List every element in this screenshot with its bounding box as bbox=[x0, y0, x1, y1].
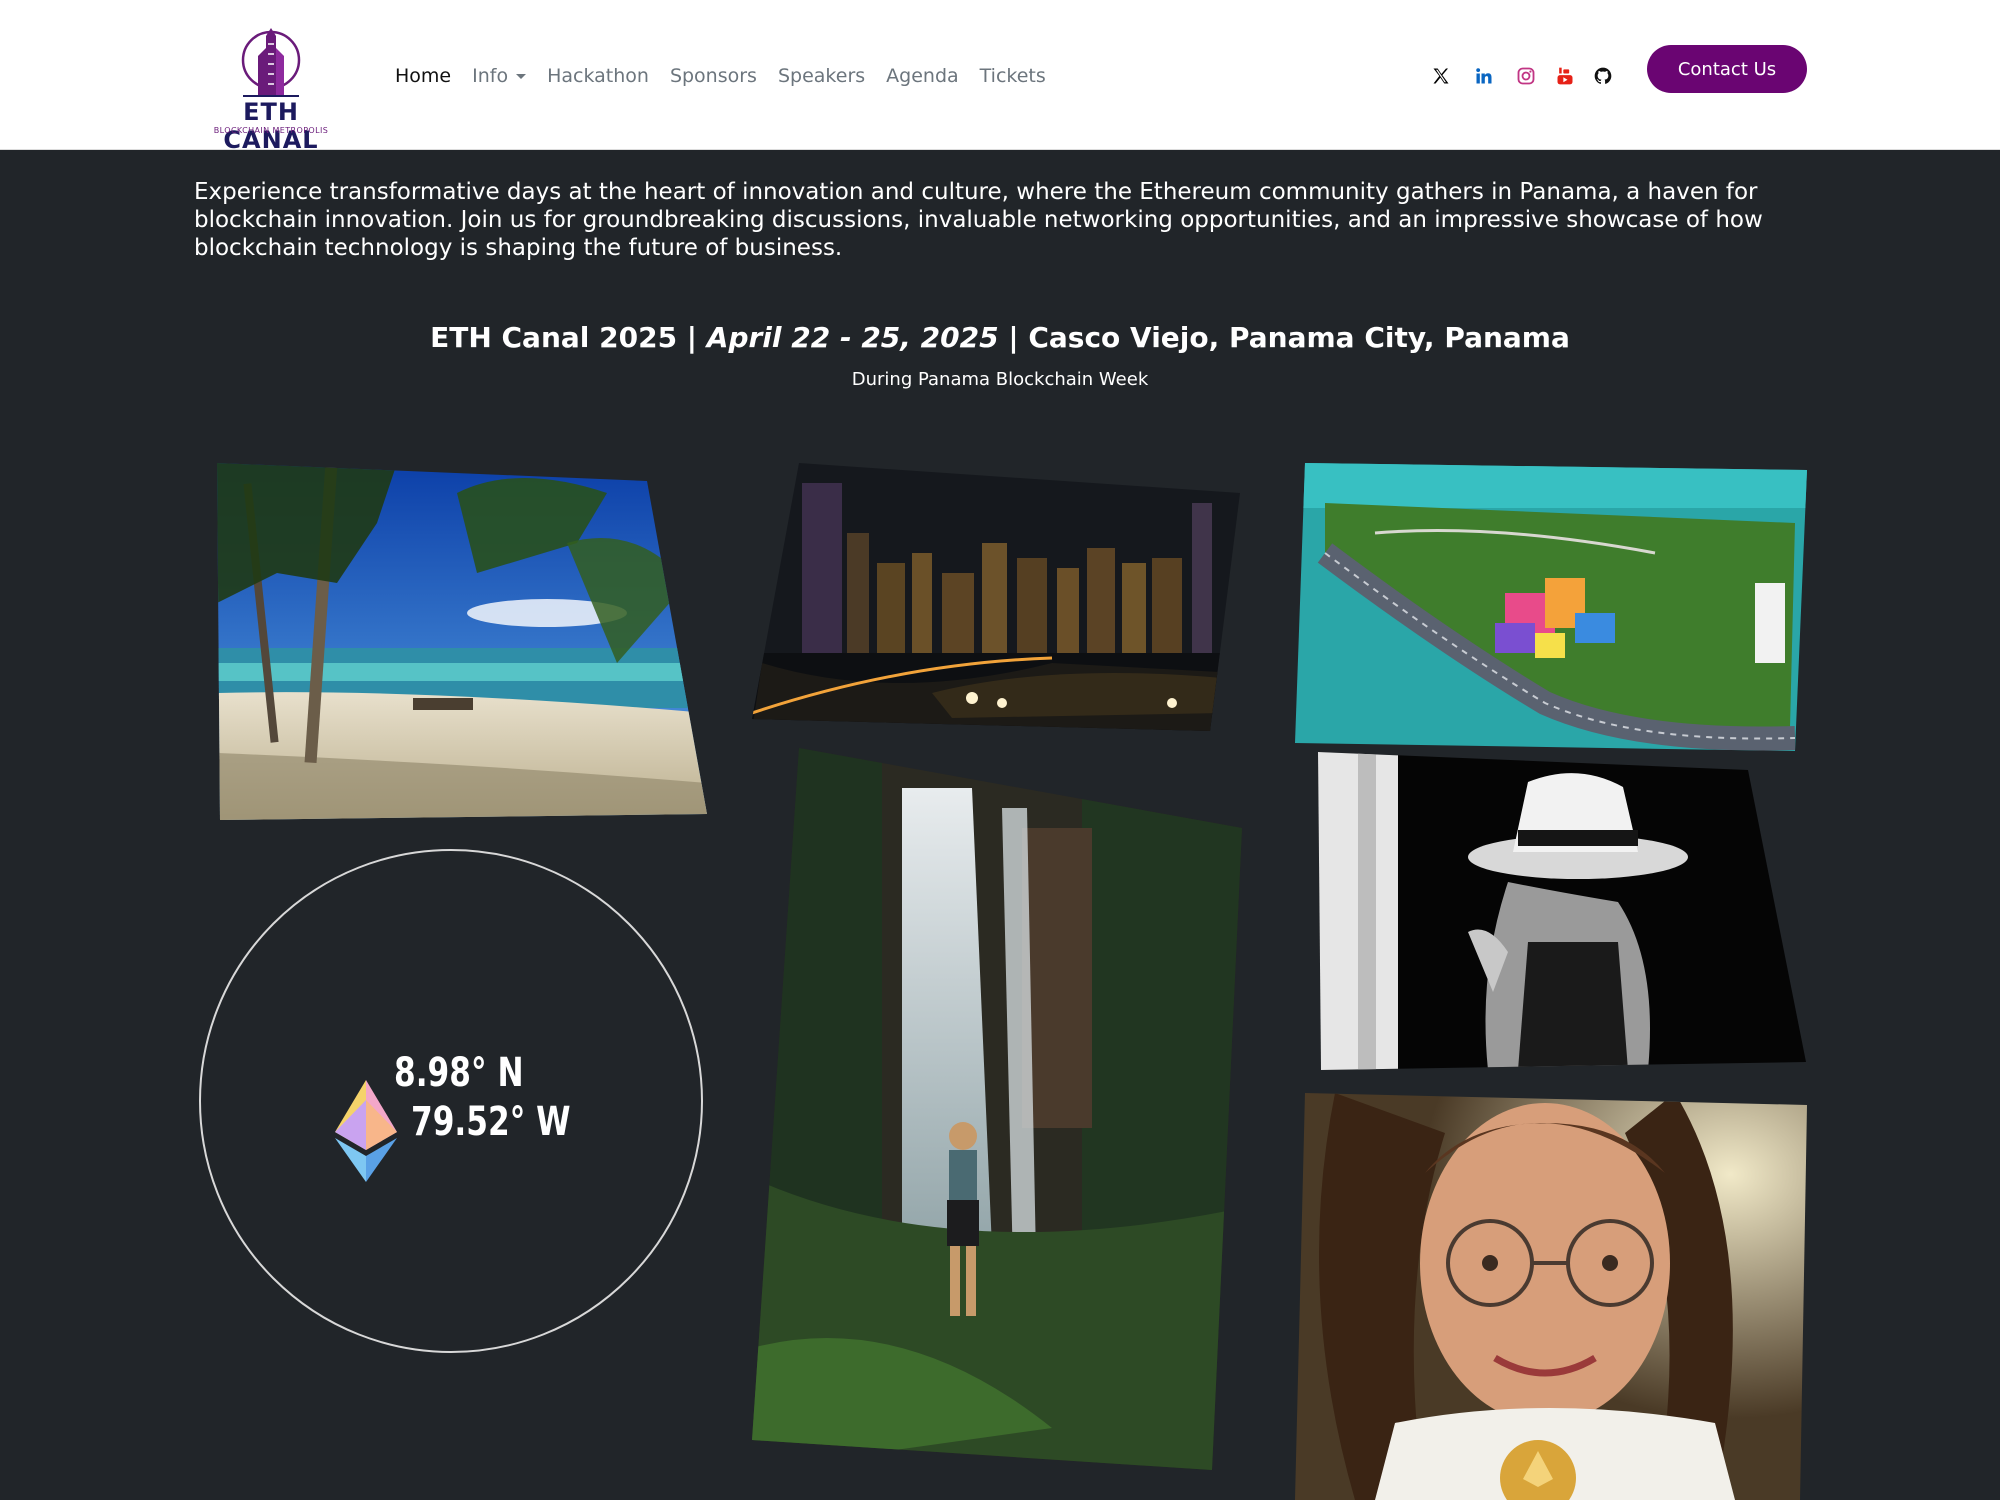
contact-us-button[interactable]: Contact Us bbox=[1647, 45, 1807, 93]
nav-hackathon[interactable]: Hackathon bbox=[547, 65, 649, 87]
waterfall-hiker-photo bbox=[752, 748, 1242, 1470]
linkedin-icon[interactable] bbox=[1471, 63, 1497, 89]
longitude-text: 79.52° W bbox=[411, 1099, 571, 1145]
event-location: | Casco Viejo, Panama City, Panama bbox=[1008, 321, 1570, 354]
nav-info-label: Info bbox=[472, 65, 509, 87]
aerial-biomuseo-photo bbox=[1295, 463, 1807, 751]
event-subtitle: During Panama Blockchain Week bbox=[851, 369, 1149, 390]
github-icon[interactable] bbox=[1590, 63, 1616, 89]
navbar: ETH CANAL BLOCKCHAIN METROPOLIS Home Inf… bbox=[0, 0, 2000, 154]
intro-paragraph: Experience transformative days at the he… bbox=[194, 179, 1763, 261]
caret-down-icon bbox=[516, 73, 527, 79]
nav-home[interactable]: Home bbox=[395, 65, 451, 87]
city-skyline-night-photo bbox=[752, 463, 1240, 731]
nav-sponsors[interactable]: Sponsors bbox=[670, 65, 757, 87]
x-twitter-icon[interactable] bbox=[1428, 63, 1454, 89]
event-headline: ETH Canal 2025 | April 22 - 25, 2025 | C… bbox=[0, 321, 2000, 354]
nav-info-dropdown[interactable]: Info bbox=[472, 65, 527, 87]
ethereum-icon bbox=[335, 1080, 397, 1182]
nav-agenda[interactable]: Agenda bbox=[886, 65, 959, 87]
woman-eth-coin-photo bbox=[1295, 1093, 1807, 1500]
event-dates: April 22 - 25, 2025 bbox=[706, 321, 999, 354]
tower-logo-icon bbox=[241, 16, 301, 97]
nav-speakers[interactable]: Speakers bbox=[778, 65, 865, 87]
youtube-icon[interactable] bbox=[1552, 63, 1578, 89]
woman-hat-bw-photo bbox=[1318, 752, 1806, 1070]
latitude-text: 8.98° N bbox=[394, 1050, 524, 1096]
instagram-icon[interactable] bbox=[1513, 63, 1539, 89]
main-nav: Home Info Hackathon Sponsors Speakers Ag… bbox=[395, 62, 1067, 90]
brand-tagline: BLOCKCHAIN METROPOLIS bbox=[213, 126, 329, 135]
nav-tickets[interactable]: Tickets bbox=[980, 65, 1046, 87]
brand-logo[interactable]: ETH CANAL BLOCKCHAIN METROPOLIS bbox=[193, 14, 349, 154]
beach-palms-photo bbox=[217, 463, 707, 823]
event-name: ETH Canal 2025 | bbox=[430, 321, 698, 354]
